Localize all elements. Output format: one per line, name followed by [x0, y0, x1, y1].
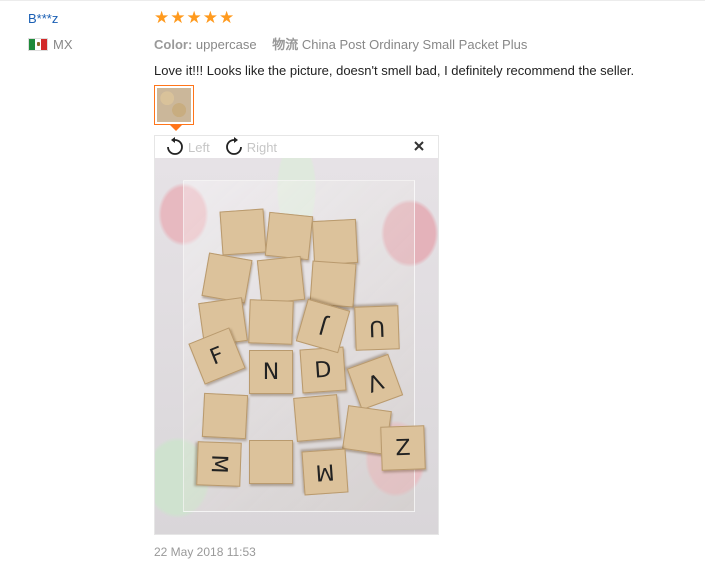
rotate-left-icon — [167, 137, 183, 155]
rating-stars: ★ ★ ★ ★ ★ — [154, 8, 694, 27]
letter-tile: Z — [380, 425, 426, 471]
letter-tile: M — [196, 441, 242, 487]
close-icon[interactable] — [412, 139, 426, 153]
color-attr-value: uppercase — [195, 37, 257, 52]
color-attr-label: Color: — [154, 37, 193, 52]
star-icon: ★ — [202, 8, 218, 27]
letter-tile: M — [301, 448, 349, 496]
star-icon: ★ — [170, 8, 186, 27]
top-divider — [0, 0, 705, 1]
thumbnail-selected-indicator — [170, 125, 182, 131]
review-photo: F N D U V J M M Z — [155, 158, 438, 534]
rotate-left-button[interactable]: Left — [165, 137, 210, 157]
review-thumbnail[interactable] — [154, 85, 194, 131]
shipping-attr-label: 物流 — [272, 37, 299, 52]
letter-tile: N — [249, 350, 293, 394]
reviewer-info: B***z MX — [28, 10, 138, 52]
review-text: Love it!!! Looks like the picture, doesn… — [154, 63, 635, 78]
order-attributes: Color: uppercase 物流 China Post Ordinary … — [154, 36, 694, 54]
star-icon: ★ — [219, 8, 235, 27]
thumbnail-image[interactable] — [154, 85, 194, 131]
reviewer-country: MX — [28, 36, 138, 52]
letter-tile: U — [354, 305, 400, 351]
shipping-attr-value: China Post Ordinary Small Packet Plus — [301, 37, 528, 52]
review-body: ★ ★ ★ ★ ★ Color: uppercase 物流 China Post… — [154, 8, 694, 80]
rotate-right-button[interactable]: Right — [224, 137, 277, 157]
image-viewer: Left Right F N D U V J M M Z — [154, 135, 439, 535]
review-date: 22 May 2018 11:53 — [154, 545, 256, 559]
rotate-right-icon — [225, 137, 242, 155]
letter-tile: D — [299, 346, 347, 394]
mexico-flag-icon — [28, 37, 48, 51]
star-icon: ★ — [154, 8, 170, 27]
rotate-right-label: Right — [246, 139, 278, 155]
rotate-left-label: Left — [188, 139, 210, 155]
star-icon: ★ — [186, 8, 202, 27]
viewer-toolbar: Left Right — [155, 136, 438, 158]
reviewer-name[interactable]: B***z — [28, 10, 138, 28]
country-code: MX — [53, 36, 73, 52]
